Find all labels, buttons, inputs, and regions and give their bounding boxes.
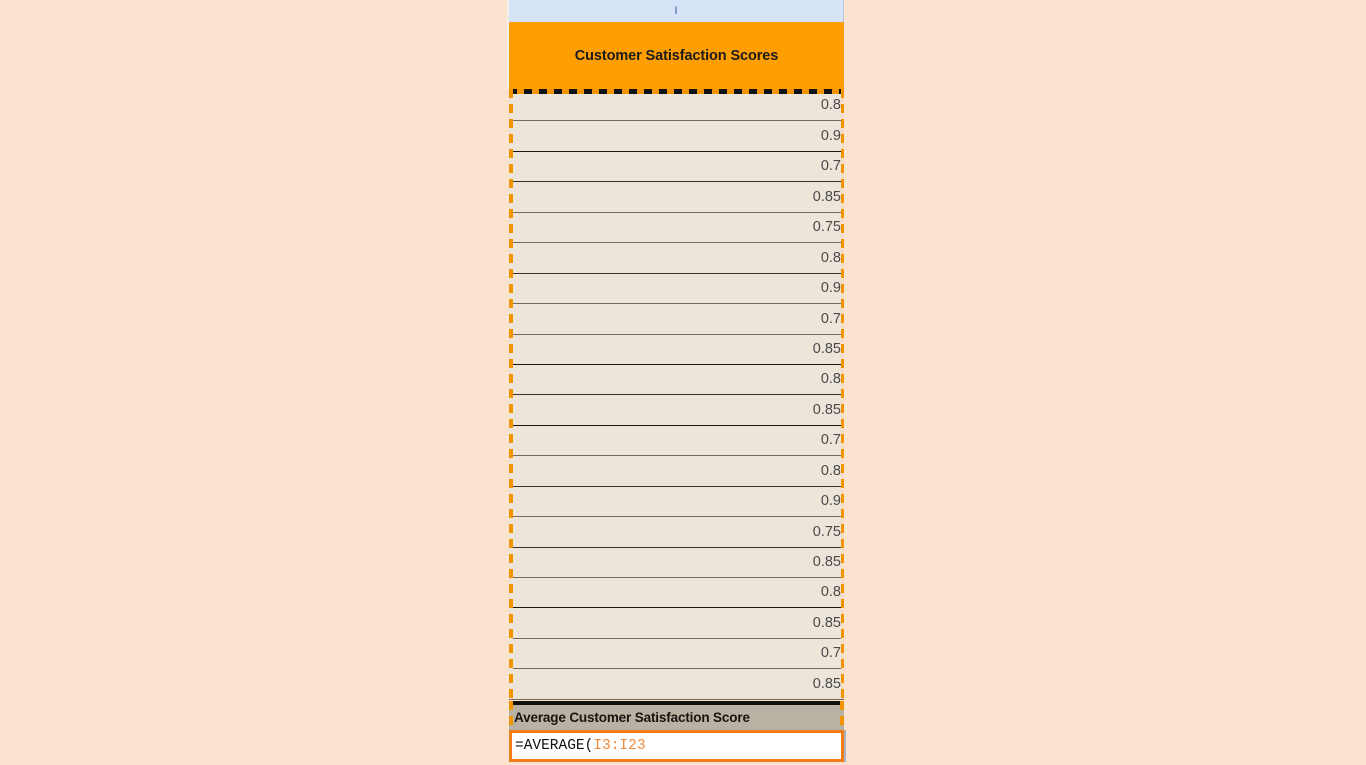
data-row[interactable]: 0.8 bbox=[509, 243, 844, 274]
average-label-row[interactable]: Average Customer Satisfaction Score bbox=[509, 701, 844, 730]
cell-value: 0.85 bbox=[812, 554, 841, 571]
cell-value: 0.9 bbox=[820, 493, 841, 510]
formula-text: =AVERAGE(I3:I23 bbox=[515, 739, 646, 754]
data-row[interactable]: 0.7 bbox=[509, 638, 844, 670]
spreadsheet-column-i: I Customer Satisfaction Scores 0.8 0.9 0.7… bbox=[507, 0, 846, 765]
data-rows-container: 0.8 0.9 0.7 0.85 0.75 0.8 0.9 0.7 0.85 0.8 0.85 0.7… bbox=[509, 91, 844, 700]
cell-value: 0.85 bbox=[812, 614, 841, 631]
data-row[interactable]: 0.85 bbox=[509, 547, 844, 578]
cell-value: 0.8 bbox=[820, 371, 841, 388]
data-row[interactable]: 0.8 bbox=[509, 578, 844, 609]
cell-value: 0.8 bbox=[820, 97, 841, 114]
data-row[interactable]: 0.7 bbox=[509, 151, 844, 183]
average-label-text: Average Customer Satisfaction Score bbox=[514, 709, 750, 725]
column-title-cell[interactable]: Customer Satisfaction Scores bbox=[509, 22, 844, 89]
data-row[interactable]: 0.75 bbox=[509, 212, 844, 244]
cell-value: 0.8 bbox=[820, 249, 841, 266]
data-row[interactable]: 0.8 bbox=[509, 91, 844, 122]
data-row[interactable]: 0.9 bbox=[509, 486, 844, 518]
data-row[interactable]: 0.9 bbox=[509, 273, 844, 305]
column-title-text: Customer Satisfaction Scores bbox=[574, 47, 779, 64]
data-row[interactable]: 0.8 bbox=[509, 456, 844, 487]
selection-pip-right bbox=[840, 701, 844, 730]
data-row[interactable]: 0.9 bbox=[509, 121, 844, 152]
cell-value: 0.7 bbox=[820, 158, 841, 175]
cell-value: 0.8 bbox=[820, 462, 841, 479]
data-row[interactable]: 0.85 bbox=[509, 182, 844, 213]
cell-value: 0.9 bbox=[820, 280, 841, 297]
cell-value: 0.85 bbox=[812, 675, 841, 692]
formula-function-part: =AVERAGE( bbox=[515, 737, 594, 754]
data-row[interactable]: 0.85 bbox=[509, 608, 844, 639]
cell-value: 0.85 bbox=[812, 401, 841, 418]
column-header-letter: I bbox=[674, 4, 678, 17]
formula-cell-shadow bbox=[844, 730, 846, 762]
data-row[interactable]: 0.7 bbox=[509, 425, 844, 457]
cell-value: 0.7 bbox=[820, 432, 841, 449]
data-row[interactable]: 0.7 bbox=[509, 304, 844, 335]
cell-value: 0.9 bbox=[820, 127, 841, 144]
selection-pip-left bbox=[509, 701, 513, 730]
cell-value: 0.75 bbox=[812, 219, 841, 236]
data-row[interactable]: 0.85 bbox=[509, 669, 844, 700]
cell-value: 0.75 bbox=[812, 523, 841, 540]
formula-reference-part: I3:I23 bbox=[593, 737, 646, 754]
column-header-i[interactable]: I bbox=[509, 0, 844, 22]
data-row[interactable]: 0.85 bbox=[509, 334, 844, 365]
cell-value: 0.85 bbox=[812, 188, 841, 205]
cell-value: 0.85 bbox=[812, 340, 841, 357]
formula-edit-cell[interactable]: =AVERAGE(I3:I23 bbox=[509, 730, 844, 762]
cell-value: 0.7 bbox=[820, 645, 841, 662]
data-row[interactable]: 0.8 bbox=[509, 364, 844, 396]
data-row[interactable]: 0.85 bbox=[509, 395, 844, 426]
cell-value: 0.7 bbox=[820, 310, 841, 327]
data-row[interactable]: 0.75 bbox=[509, 517, 844, 548]
cell-value: 0.8 bbox=[820, 584, 841, 601]
